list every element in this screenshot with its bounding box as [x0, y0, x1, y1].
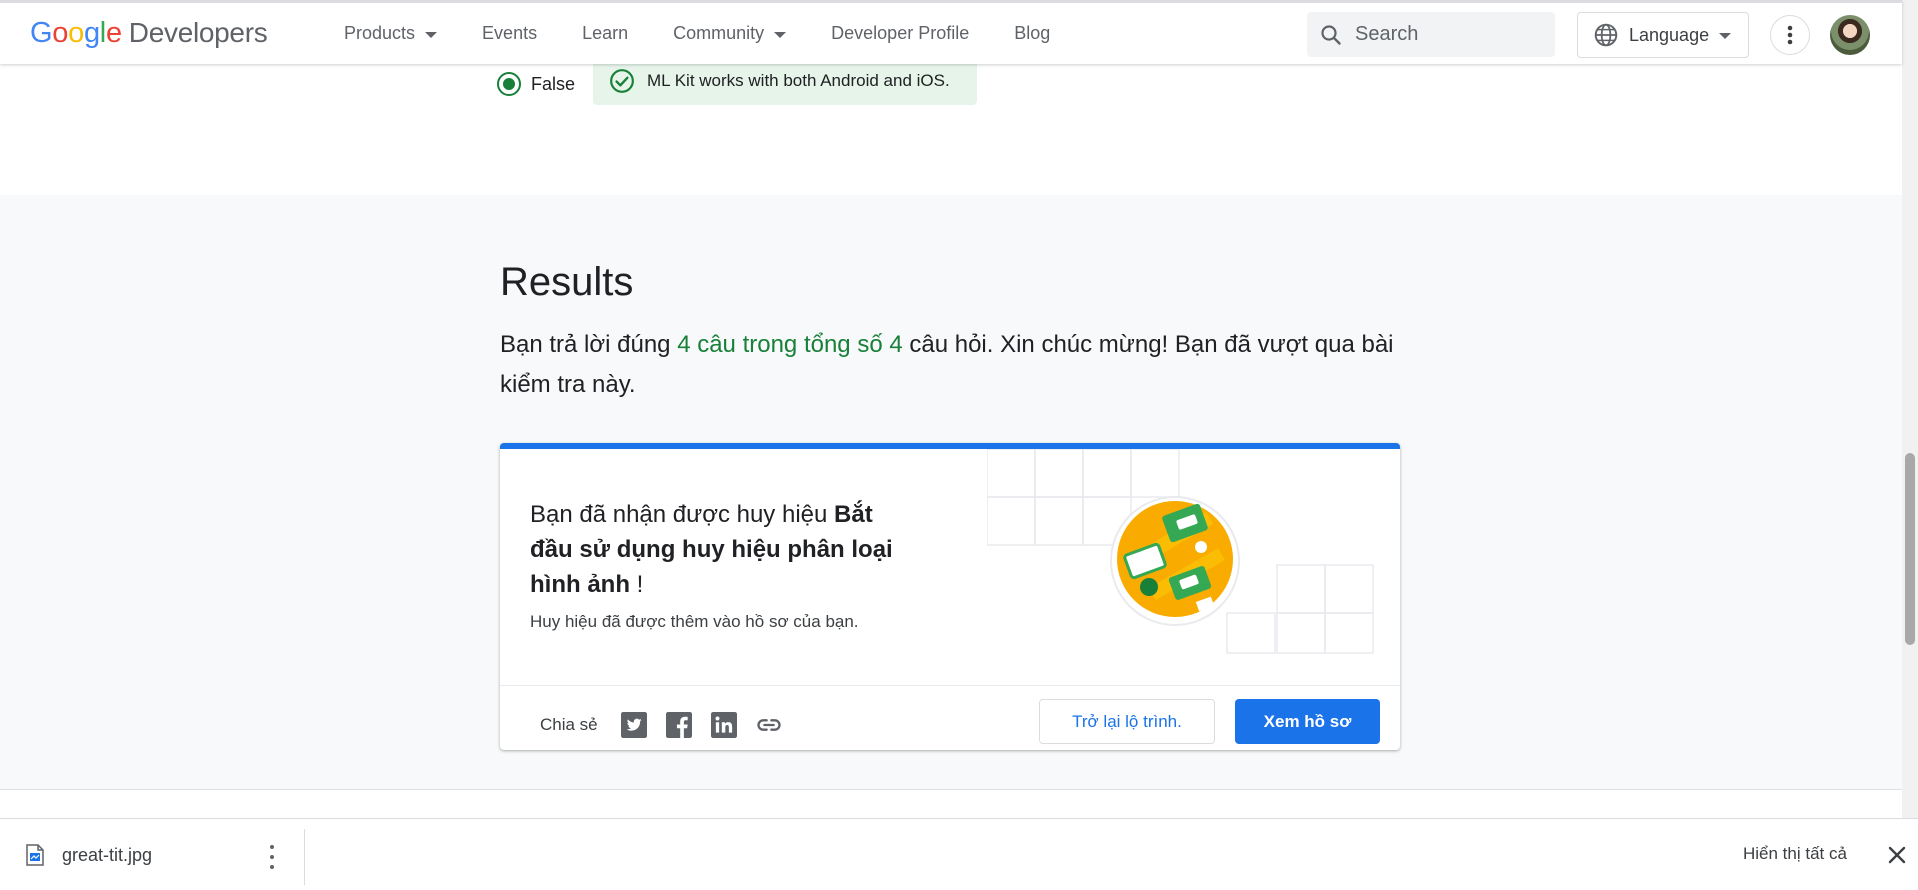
search-box[interactable]	[1307, 12, 1555, 57]
logo-letter: e	[105, 17, 122, 49]
search-input[interactable]	[1355, 23, 1535, 46]
back-to-pathway-button[interactable]: Trở lại lộ trình.	[1039, 699, 1215, 744]
results-heading: Results	[500, 260, 634, 304]
nav-item-products[interactable]: Products	[344, 23, 438, 44]
download-menu-button[interactable]	[262, 845, 282, 869]
nav-item-learn[interactable]: Learn	[582, 23, 628, 44]
linkedin-icon[interactable]	[710, 711, 738, 739]
share-row: Chia sẻ	[540, 705, 800, 745]
badge-title: Bạn đã nhận được huy hiệu Bắt đầu sử dụn…	[530, 497, 910, 602]
caret-down-icon	[425, 31, 438, 38]
logo-letter: o	[52, 17, 69, 49]
radio-selected[interactable]	[497, 72, 521, 96]
logo-letter: o	[68, 17, 84, 49]
badge-card: Bạn đã nhận được huy hiệu Bắt đầu sử dụn…	[500, 443, 1400, 750]
close-icon[interactable]	[1885, 843, 1909, 867]
language-selector[interactable]: Language	[1577, 12, 1749, 58]
nav-label: Events	[482, 23, 538, 43]
nav-label: Community	[673, 23, 765, 43]
nav-label: Learn	[582, 23, 629, 43]
more-vert-icon	[1787, 25, 1793, 45]
summary-prefix: Bạn trả lời đúng	[500, 331, 678, 358]
top-navigation-bar: Go o g l e Developers Products Events Learn C…	[0, 0, 1902, 64]
main-nav: Products Events Learn Community Develope…	[344, 3, 1095, 64]
download-separator	[304, 829, 305, 885]
nav-item-events[interactable]: Events	[482, 23, 537, 44]
logo-letter: g	[83, 17, 100, 49]
image-file-icon	[26, 844, 44, 866]
scrollbar-thumb[interactable]	[1905, 453, 1915, 645]
user-avatar[interactable]	[1830, 15, 1870, 55]
share-label: Chia sẻ	[540, 715, 598, 734]
twitter-icon[interactable]	[620, 711, 648, 739]
logo-letter: G	[30, 17, 53, 49]
more-options-button[interactable]	[1770, 15, 1810, 55]
results-summary: Bạn trả lời đúng 4 câu trong tổng số 4 c…	[500, 325, 1410, 405]
nav-label: Products	[344, 23, 416, 43]
badge-subtitle: Huy hiệu đã được thêm vào hồ sơ của bạn.	[530, 612, 859, 631]
facebook-icon[interactable]	[665, 711, 693, 739]
nav-item-blog[interactable]: Blog	[1014, 23, 1050, 44]
nav-label: Developer Profile	[831, 23, 970, 43]
feedback-text: ML Kit works with both Android and iOS.	[647, 70, 950, 90]
logo-product-name: Developers	[128, 17, 268, 48]
google-developers-logo[interactable]: Go o g l e Developers	[30, 17, 268, 50]
quiz-option-false[interactable]: False	[497, 63, 575, 105]
check-circle-icon	[610, 68, 634, 93]
badge-title-suffix: !	[629, 571, 644, 598]
card-divider	[500, 685, 1400, 686]
badge-illustration	[987, 449, 1374, 654]
caret-down-icon	[1719, 33, 1732, 39]
download-item[interactable]: great-tit.jpg	[26, 837, 152, 873]
globe-icon	[1594, 23, 1618, 47]
nav-label: Blog	[1014, 23, 1051, 43]
link-icon[interactable]	[755, 711, 783, 739]
nav-item-developer-profile[interactable]: Developer Profile	[831, 23, 969, 44]
download-bar: great-tit.jpg Hiển thị tất cả	[0, 818, 1918, 890]
caret-down-icon	[774, 31, 787, 38]
show-all-downloads-link[interactable]: Hiển thị tất cả	[1743, 844, 1847, 864]
language-label: Language	[1629, 24, 1710, 45]
nav-item-community[interactable]: Community	[673, 23, 787, 44]
search-icon	[1321, 24, 1341, 45]
download-file-name: great-tit.jpg	[62, 844, 153, 865]
option-label: False	[531, 73, 576, 94]
scrollbar-track[interactable]	[1902, 0, 1918, 818]
view-profile-button[interactable]: Xem hồ sơ	[1235, 699, 1380, 744]
score-highlight: 4 câu trong tổng số 4	[677, 331, 903, 358]
badge-title-prefix: Bạn đã nhận được huy hiệu	[530, 501, 835, 528]
